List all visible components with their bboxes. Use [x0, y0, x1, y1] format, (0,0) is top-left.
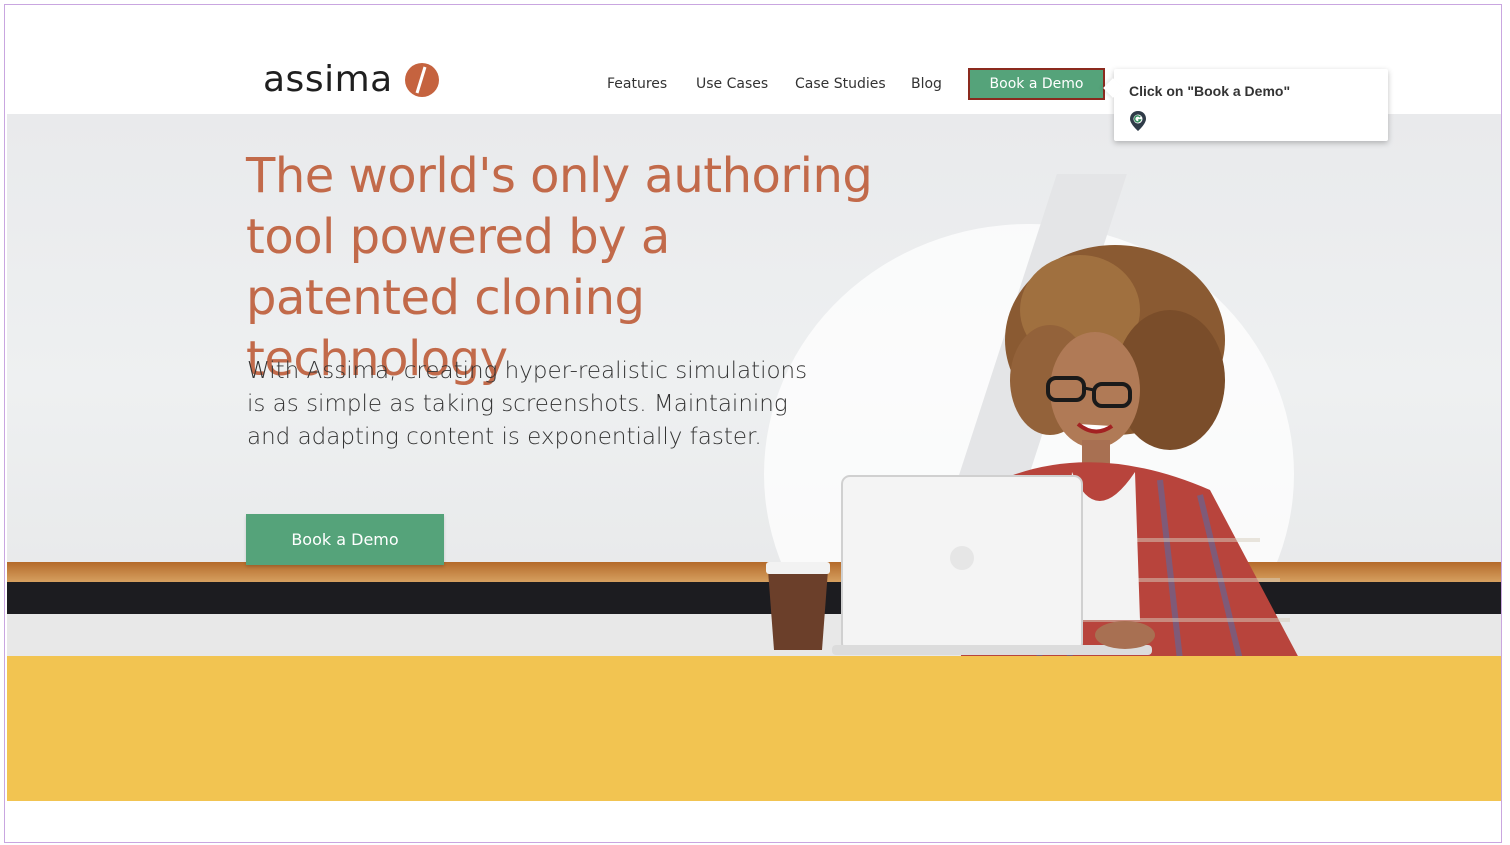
- nav-item-blog[interactable]: Blog: [911, 76, 942, 92]
- hero-book-demo-button[interactable]: Book a Demo: [246, 514, 444, 565]
- nav-item-case-studies[interactable]: Case Studies: [795, 76, 886, 92]
- section-heading-cut-off: [440, 794, 910, 802]
- nav-item-use-cases[interactable]: Use Cases: [696, 76, 768, 92]
- nav-book-demo-button[interactable]: Book a Demo: [968, 68, 1105, 100]
- hero-subtitle: With Assima, creating hyper-realistic si…: [247, 358, 808, 450]
- brand-logo[interactable]: assima: [263, 62, 441, 98]
- guide-tooltip: Click on "Book a Demo": [1114, 69, 1388, 141]
- tooltip-text: Click on "Book a Demo": [1129, 83, 1291, 99]
- location-pin-icon[interactable]: [1129, 110, 1147, 132]
- nav-item-features[interactable]: Features: [607, 76, 667, 92]
- yellow-section: [7, 656, 1501, 801]
- hero-title: The world's only authoring tool powered …: [246, 148, 873, 387]
- logo-mark-icon: [404, 63, 439, 97]
- logo-wordmark: assima: [263, 59, 393, 100]
